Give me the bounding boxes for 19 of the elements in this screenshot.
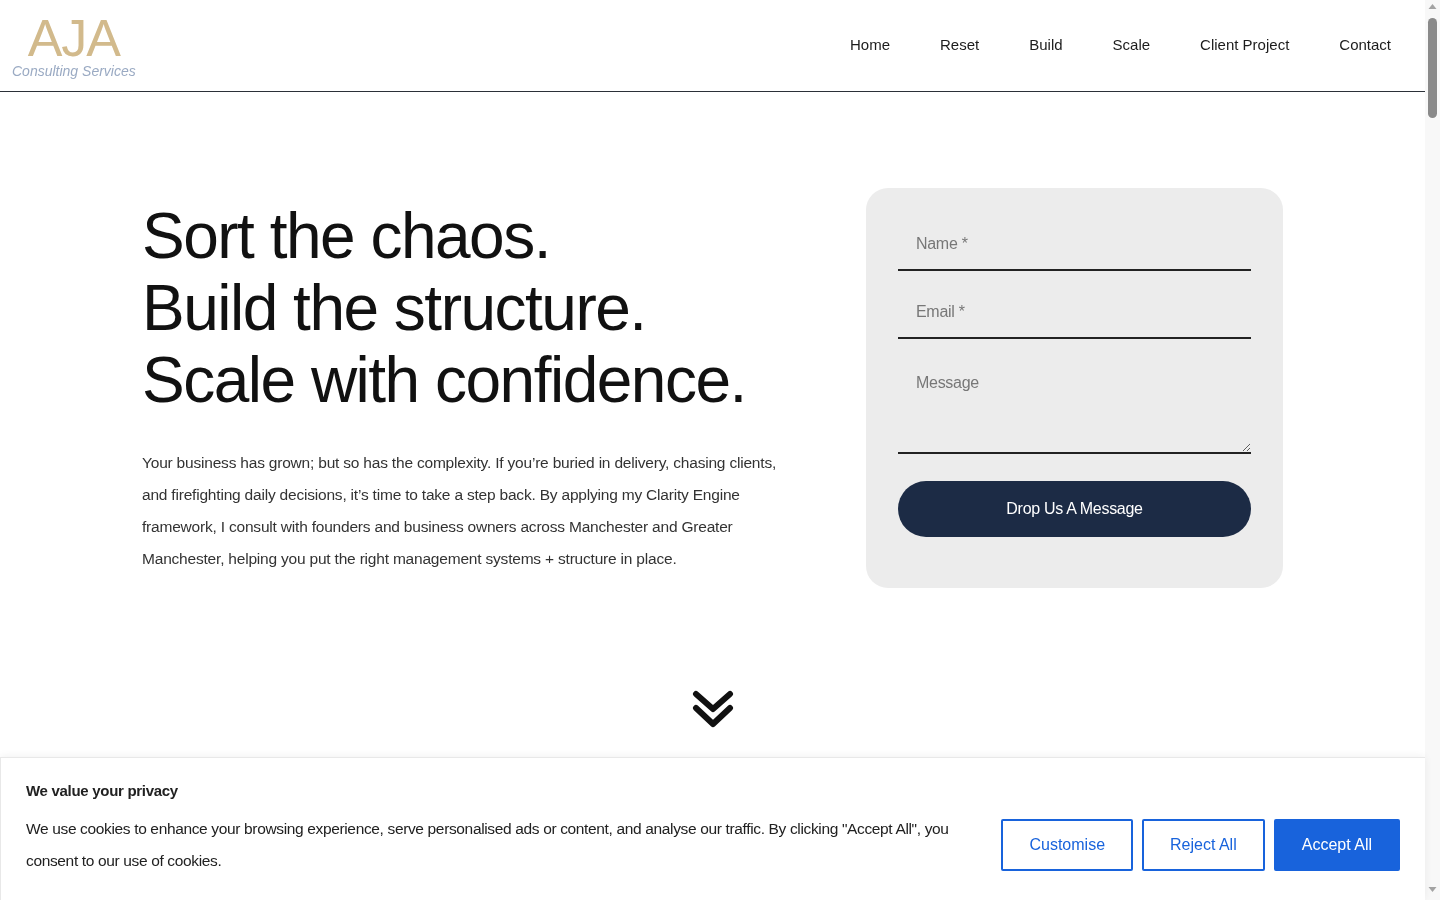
cookie-text: We use cookies to enhance your browsing experience, serve personalised ads or content, and analyse our traffic. By clicking "Accept All", you consent to our use of cookies.: [26, 819, 950, 871]
message-field[interactable]: Message: [898, 355, 1251, 454]
text-field[interactable]: Email *: [898, 287, 1251, 339]
cookie-option-button[interactable]: Customise: [1001, 819, 1134, 871]
nav-link[interactable]: Reset: [940, 34, 980, 57]
scrollbar[interactable]: [1425, 0, 1440, 900]
hero-heading: Sort the chaos. Build the structure. Scale with confidence.: [142, 200, 747, 416]
submit-button[interactable]: Drop Us A Message: [898, 481, 1251, 537]
cookie-option-button[interactable]: Reject All: [1142, 819, 1265, 871]
nav-link[interactable]: Client Project: [1200, 34, 1290, 57]
cookie-title: We value your privacy: [26, 781, 179, 801]
nav-link[interactable]: Home: [850, 34, 890, 57]
nav-link[interactable]: Scale: [1112, 34, 1151, 57]
accept-button[interactable]: Accept All: [1273, 819, 1400, 871]
nav-link[interactable]: Contact: [1339, 34, 1391, 57]
text-field[interactable]: Name *: [898, 219, 1251, 271]
hero-paragraph: Your business has grown; but so has the complexity. If you’re buried in delivery, chasing clients, and firefighting daily decisions, it’s time to take a step back. By applying my Clarity Engine framework, I consult with founders and business owners across Manchester and Greater Manchester, helping you put the right management systems + structure in place.: [142, 453, 778, 569]
nav-link[interactable]: Build: [1029, 34, 1063, 57]
double-chevron-down-icon[interactable]: [691, 690, 734, 729]
